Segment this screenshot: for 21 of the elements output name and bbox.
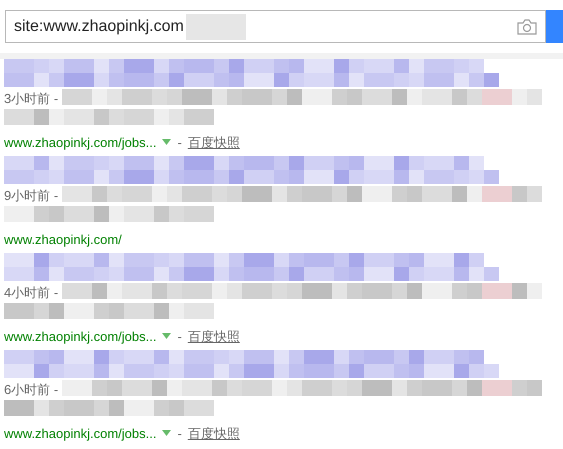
result-url[interactable]: www.zhaopinkj.com/jobs...: [4, 424, 156, 443]
search-query: site:www.zhaopinkj.com: [14, 16, 184, 36]
result-time: 3小时前 -: [4, 90, 60, 108]
snapshot-link[interactable]: 百度快照: [188, 424, 240, 443]
result-url[interactable]: www.zhaopinkj.com/: [4, 230, 122, 249]
separator-dash: -: [177, 134, 182, 152]
redacted-mosaic: [186, 14, 246, 40]
dropdown-arrow-icon[interactable]: [162, 139, 172, 146]
snapshot-link[interactable]: 百度快照: [188, 132, 240, 152]
result-url[interactable]: www.zhaopinkj.com/jobs...: [4, 326, 156, 346]
separator-dash: -: [177, 424, 182, 442]
result-time: 4小时前 -: [4, 284, 60, 302]
camera-icon[interactable]: [517, 18, 537, 34]
search-field[interactable]: site:www.zhaopinkj.com: [5, 10, 546, 43]
separator-dash: -: [177, 328, 182, 346]
dropdown-arrow-icon[interactable]: [162, 333, 172, 340]
snapshot-link[interactable]: 百度快照: [188, 326, 240, 346]
result-url[interactable]: www.zhaopinkj.com/jobs...: [4, 132, 156, 152]
result-time: 9小时前 -: [4, 187, 60, 205]
dropdown-arrow-icon[interactable]: [162, 430, 172, 436]
result-time: 6小时前 -: [4, 381, 60, 399]
